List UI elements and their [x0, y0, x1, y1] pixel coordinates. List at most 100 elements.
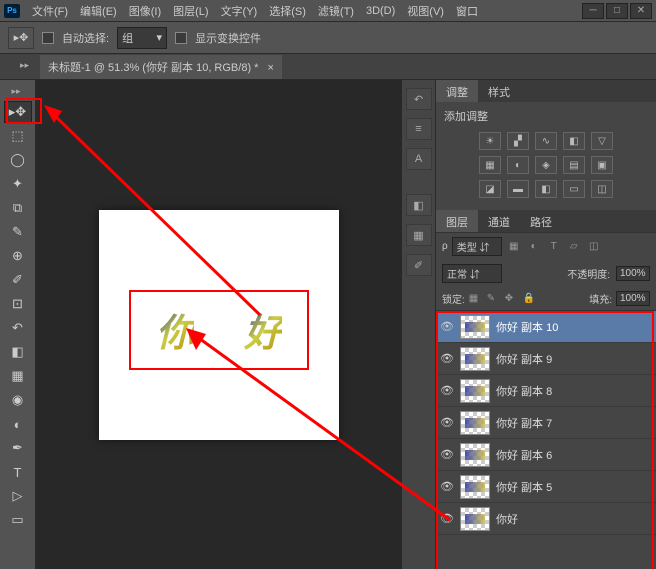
auto-select-checkbox[interactable]	[42, 32, 54, 44]
layer-thumbnail[interactable]	[460, 347, 490, 371]
visibility-toggle[interactable]: 👁	[440, 416, 454, 429]
gradient-tool[interactable]: ▦	[4, 365, 32, 387]
crop-tool[interactable]: ⧉	[4, 197, 32, 219]
visibility-toggle[interactable]: 👁	[440, 512, 454, 525]
layer-thumbnail[interactable]	[460, 379, 490, 403]
visibility-toggle[interactable]: 👁	[440, 448, 454, 461]
healing-tool[interactable]: ⊕	[4, 245, 32, 267]
filter-text-icon[interactable]: T	[546, 240, 562, 254]
menu-filter[interactable]: 滤镜(T)	[312, 3, 360, 19]
brightness-icon[interactable]: ☀	[479, 132, 501, 150]
curves-icon[interactable]: ∿	[535, 132, 557, 150]
close-button[interactable]: ✕	[630, 3, 652, 19]
tab-adjustments[interactable]: 调整	[436, 80, 478, 102]
threshold-icon[interactable]: ◧	[535, 180, 557, 198]
menu-image[interactable]: 图像(I)	[123, 3, 167, 19]
dodge-tool[interactable]: ◐	[4, 413, 32, 435]
canvas[interactable]: 你 好	[99, 210, 339, 440]
brush-tool[interactable]: ✐	[4, 269, 32, 291]
filter-shape-icon[interactable]: ▱	[566, 240, 582, 254]
layer-name[interactable]: 你好 副本 7	[496, 415, 552, 431]
visibility-toggle[interactable]: 👁	[440, 352, 454, 365]
dock-char-icon[interactable]: A	[406, 148, 432, 170]
layer-thumbnail[interactable]	[460, 315, 490, 339]
tab-layers[interactable]: 图层	[436, 210, 478, 232]
blur-tool[interactable]: ◉	[4, 389, 32, 411]
layer-name[interactable]: 你好	[496, 511, 518, 527]
layer-thumbnail[interactable]	[460, 507, 490, 531]
lock-move-icon[interactable]: ✥	[505, 293, 519, 305]
lock-all-icon[interactable]: 🔒	[523, 293, 537, 305]
tab-styles[interactable]: 样式	[478, 80, 520, 102]
visibility-toggle[interactable]: 👁	[440, 320, 454, 333]
marquee-tool[interactable]: ⬚	[4, 125, 32, 147]
gradient-map-icon[interactable]: ▭	[563, 180, 585, 198]
eraser-tool[interactable]: ◧	[4, 341, 32, 363]
layer-row[interactable]: 👁 你好 副本 8	[436, 375, 656, 407]
menu-view[interactable]: 视图(V)	[401, 3, 450, 19]
dock-swatches-icon[interactable]: ▦	[406, 224, 432, 246]
eyedropper-tool[interactable]: ✎	[4, 221, 32, 243]
stamp-tool[interactable]: ⊡	[4, 293, 32, 315]
selective-icon[interactable]: ◫	[591, 180, 613, 198]
dock-history-icon[interactable]: ↶	[406, 88, 432, 110]
layer-row[interactable]: 👁 你好 副本 10	[436, 311, 656, 343]
menu-window[interactable]: 窗口	[450, 3, 484, 19]
filter-type-dropdown[interactable]: 类型 ⇵	[452, 237, 502, 256]
maximize-button[interactable]: □	[606, 3, 628, 19]
layer-row[interactable]: 👁 你好 副本 7	[436, 407, 656, 439]
menu-select[interactable]: 选择(S)	[263, 3, 312, 19]
lasso-tool[interactable]: ◯	[4, 149, 32, 171]
tab-close-icon[interactable]: ×	[268, 62, 274, 74]
layer-row[interactable]: 👁 你好 副本 5	[436, 471, 656, 503]
pen-tool[interactable]: ✒	[4, 437, 32, 459]
layer-name[interactable]: 你好 副本 6	[496, 447, 552, 463]
filter-pixel-icon[interactable]: ▦	[506, 240, 522, 254]
menu-edit[interactable]: 编辑(E)	[74, 3, 123, 19]
layer-thumbnail[interactable]	[460, 411, 490, 435]
lock-position-icon[interactable]: ✎	[487, 293, 501, 305]
wand-tool[interactable]: ✦	[4, 173, 32, 195]
photo-filter-icon[interactable]: ◈	[535, 156, 557, 174]
canvas-area[interactable]: 你 好	[36, 80, 402, 569]
bw-icon[interactable]: ◐	[507, 156, 529, 174]
layer-thumbnail[interactable]	[460, 475, 490, 499]
menu-layer[interactable]: 图层(L)	[167, 3, 214, 19]
layer-name[interactable]: 你好 副本 8	[496, 383, 552, 399]
layer-name[interactable]: 你好 副本 9	[496, 351, 552, 367]
history-brush-tool[interactable]: ↶	[4, 317, 32, 339]
layer-name[interactable]: 你好 副本 10	[496, 319, 558, 335]
posterize-icon[interactable]: ▬	[507, 180, 529, 198]
layer-row[interactable]: 👁 你好 副本 6	[436, 439, 656, 471]
visibility-toggle[interactable]: 👁	[440, 384, 454, 397]
lookup-icon[interactable]: ▣	[591, 156, 613, 174]
layer-row[interactable]: 👁 你好	[436, 503, 656, 535]
document-tab[interactable]: 未标题-1 @ 51.3% (你好 副本 10, RGB/8) * ×	[40, 55, 282, 79]
lock-pixels-icon[interactable]: ▦	[469, 293, 483, 305]
text-tool[interactable]: T	[4, 461, 32, 483]
path-tool[interactable]: ▷	[4, 485, 32, 507]
opacity-input[interactable]: 100%	[616, 266, 650, 281]
toolbox-collapse[interactable]: ▸▸	[12, 86, 24, 98]
tab-channels[interactable]: 通道	[478, 210, 520, 232]
menu-file[interactable]: 文件(F)	[26, 3, 74, 19]
collapse-icon[interactable]: ▸▸	[20, 60, 32, 72]
levels-icon[interactable]: ▞	[507, 132, 529, 150]
blend-mode-dropdown[interactable]: 正常 ⇵	[442, 264, 502, 283]
layer-name[interactable]: 你好 副本 5	[496, 479, 552, 495]
filter-smart-icon[interactable]: ◫	[586, 240, 602, 254]
dock-color-icon[interactable]: ◧	[406, 194, 432, 216]
vibrance-icon[interactable]: ▽	[591, 132, 613, 150]
visibility-toggle[interactable]: 👁	[440, 480, 454, 493]
mixer-icon[interactable]: ▤	[563, 156, 585, 174]
invert-icon[interactable]: ◪	[479, 180, 501, 198]
dock-properties-icon[interactable]: ≡	[406, 118, 432, 140]
layer-row[interactable]: 👁 你好 副本 9	[436, 343, 656, 375]
layer-thumbnail[interactable]	[460, 443, 490, 467]
move-tool[interactable]: ▸✥	[4, 101, 32, 123]
dock-brush-icon[interactable]: ✐	[406, 254, 432, 276]
transform-checkbox[interactable]	[175, 32, 187, 44]
menu-3d[interactable]: 3D(D)	[360, 5, 401, 17]
filter-adjust-icon[interactable]: ◐	[526, 240, 542, 254]
exposure-icon[interactable]: ◧	[563, 132, 585, 150]
